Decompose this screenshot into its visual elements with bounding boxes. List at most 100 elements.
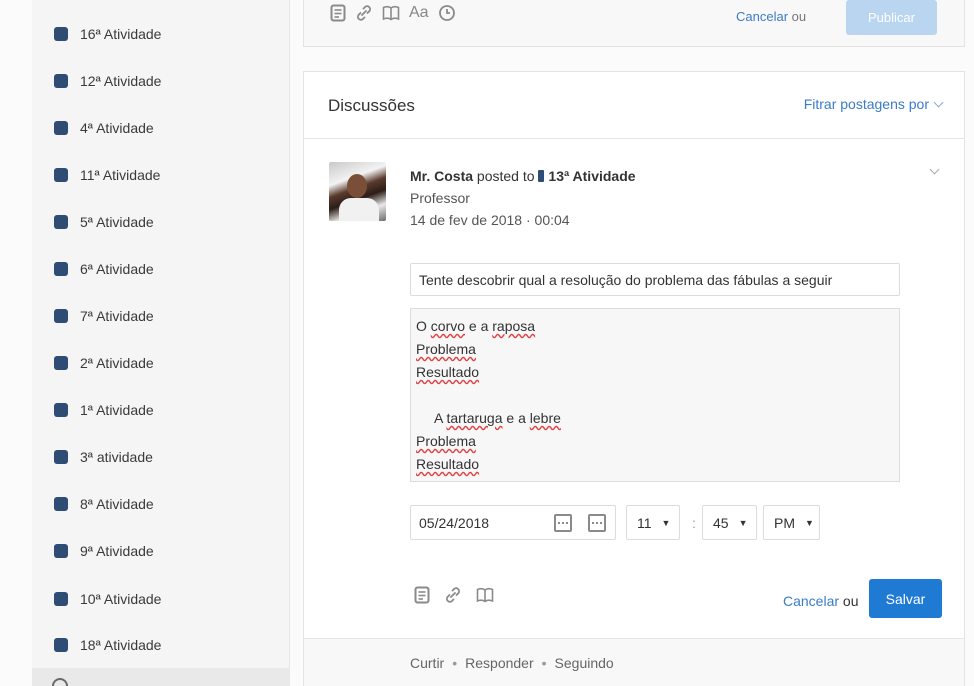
filter-label: Fitrar postagens por [803,96,929,112]
clock-icon[interactable] [52,678,68,686]
like-link[interactable]: Curtir [410,655,444,671]
sidebar-item-1[interactable]: 1ª Atividade [32,386,290,433]
body-line: O corvo e a raposa [416,315,894,338]
sidebar-item-label: 2ª Atividade [80,354,154,371]
body-text: O [416,318,431,334]
activity-color-icon [54,120,68,135]
sidebar-item-16[interactable]: 16ª Atividade [32,10,290,57]
calendar-icon[interactable] [554,514,572,532]
sidebar-item-5[interactable]: 5ª Atividade [32,198,290,245]
sidebar-item-label: 7ª Atividade [80,307,154,324]
filter-posts-dropdown[interactable]: Fitrar postagens por [803,96,944,112]
activity-color-icon [54,355,68,370]
publish-button[interactable]: Publicar [846,0,937,35]
composer-cancel-link[interactable]: Cancelar [736,9,788,24]
time-separator: : [692,515,696,531]
sidebar-item-6[interactable]: 6ª Atividade [32,245,290,292]
sidebar-item-label: 12ª Atividade [80,72,162,89]
document-icon[interactable] [414,586,430,604]
sidebar-item-label: 6ª Atividade [80,260,154,277]
sidebar-item-10[interactable]: 10ª Atividade [32,575,290,622]
book-icon[interactable] [476,587,494,603]
sidebar-item-7[interactable]: 7ª Atividade [32,292,290,339]
sidebar-item-12[interactable]: 12ª Atividade [32,57,290,104]
author-role: Professor [410,190,470,206]
post-actions: Curtir • Responder • Seguindo [410,655,614,671]
activity-color-icon [54,402,68,417]
activity-color-icon [54,637,68,652]
dropdown-arrow-icon: ▼ [661,517,671,528]
post-footer: Curtir • Responder • Seguindo [304,638,964,686]
chevron-down-icon [933,97,944,107]
sidebar-item-3[interactable]: 3ª atividade [32,433,290,480]
body-text: Problema [416,433,476,449]
minute-value: 45 [713,514,729,531]
post-options-chevron-icon[interactable] [929,164,940,175]
sidebar-item-label: 18ª Atividade [80,636,162,653]
post-cancel-link[interactable]: Cancelar [783,593,839,609]
sidebar-item-9[interactable]: 9ª Atividade [32,527,290,574]
post-meta: Mr. Costa posted to 13ª Atividade Profes… [410,165,636,231]
post-toolbar [414,586,494,604]
separator-dot: • [541,655,547,671]
or-text: ou [791,9,807,24]
body-line: Problema [416,430,894,453]
post-title-input[interactable]: Tente descobrir qual a resolução do prob… [410,263,900,296]
sidebar-item-label: 11ª Atividade [80,166,161,183]
post-byline: Mr. Costa posted to 13ª Atividade [410,165,636,187]
following-link[interactable]: Seguindo [555,655,614,671]
activity-color-icon [54,496,68,511]
dropdown-arrow-icon: ▼ [738,517,748,528]
activity-color-icon [54,308,68,323]
body-text: e a [465,318,493,334]
sidebar-item-label: 9ª Atividade [80,542,154,559]
save-button[interactable]: Salvar [869,579,942,618]
avatar [329,162,386,221]
sidebar-item-label: 10ª Atividade [80,590,162,607]
clock-icon[interactable] [438,4,456,22]
body-text: tartaruga [446,410,503,426]
activity-color-icon [54,214,68,229]
body-line: Resultado [416,361,894,384]
page-title: Discussões [328,96,415,115]
link-icon[interactable] [355,4,373,22]
sidebar-item-8[interactable]: 8ª Atividade [32,480,290,527]
sidebar-footer [32,668,290,686]
sidebar-item-label: 16ª Atividade [80,25,162,42]
hour-value: 11 [637,514,652,531]
ampm-select[interactable]: PM ▼ [763,505,820,540]
sidebar-item-label: 8ª Atividade [80,495,154,512]
activity-color-icon [54,591,68,606]
sidebar-item-11[interactable]: 11ª Atividade [32,151,290,198]
avatar-face [347,174,367,198]
sidebar-item-2[interactable]: 2ª Atividade [32,339,290,386]
composer-card: Aa Cancelar ou Publicar [303,0,965,47]
sidebar-item-18[interactable]: 18ª Atividade [32,621,290,668]
body-text: Problema [416,341,476,357]
activity-color-icon [54,167,68,182]
hour-select[interactable]: 11 ▼ [626,505,680,540]
schedule-date-input[interactable]: 05/24/2018 [410,505,616,540]
body-text: corvo [430,318,466,334]
body-line: Problema [416,338,894,361]
separator-dot: • [452,655,458,671]
document-icon[interactable] [330,4,346,22]
sidebar-item-4[interactable]: 4ª Atividade [32,104,290,151]
author-name[interactable]: Mr. Costa [410,168,473,184]
link-icon[interactable] [444,586,462,604]
book-icon[interactable] [382,5,400,21]
sidebar-item-label: 5ª Atividade [80,213,154,230]
body-text: Resultado [416,456,480,472]
calendar-icon[interactable] [588,514,606,532]
body-text: A [434,410,447,426]
minute-select[interactable]: 45 ▼ [702,505,757,540]
post-body-textarea[interactable]: O corvo e a raposa Problema Resultado A … [410,308,900,482]
format-text-icon[interactable]: Aa [409,4,429,22]
post-date: 14 de fev de 2018 · 00:04 [410,212,570,228]
body-text: lebre [529,410,561,426]
schedule-date-value: 05/24/2018 [419,514,490,531]
reply-link[interactable]: Responder [465,655,534,671]
dropdown-arrow-icon: ▼ [805,517,814,528]
topic-link[interactable]: 13ª Atividade [548,168,635,184]
discussions-card: Discussões Fitrar postagens por Mr. Cost… [303,71,965,686]
